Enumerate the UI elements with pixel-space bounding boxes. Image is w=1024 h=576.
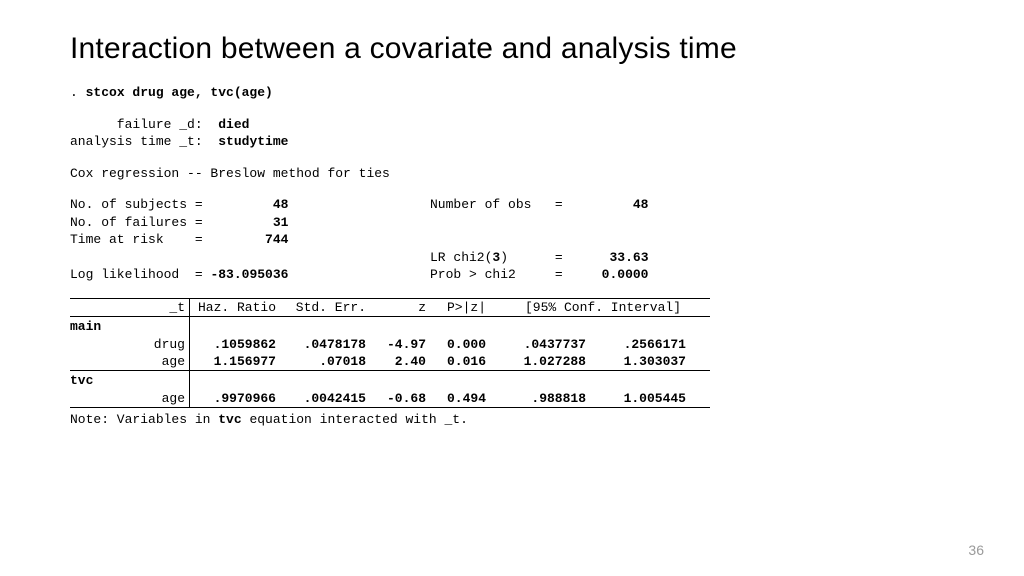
note-bold: tvc <box>218 412 241 427</box>
note-prefix: Note: Variables in <box>70 412 218 427</box>
th-pz: P>|z| <box>430 299 490 316</box>
meta-time-label: analysis time _t: <box>70 134 218 149</box>
cell-z: -4.97 <box>370 336 430 353</box>
stats-left: No. of subjects = 48 No. of failures = 3… <box>70 196 430 284</box>
summary-stats: No. of subjects = 48 No. of failures = 3… <box>70 196 954 284</box>
table-row: drug .1059862 .0478178 -4.97 0.000 .0437… <box>70 336 954 353</box>
stat-eq: = <box>555 267 563 282</box>
stat-value: 31 <box>273 215 289 230</box>
table-header-row: _t Haz. Ratio Std. Err. z P>|z| [95% Con… <box>70 299 954 316</box>
prompt: . <box>70 85 86 100</box>
table-rule <box>70 407 710 408</box>
section-label-main: main <box>70 317 190 336</box>
section-label-tvc: tvc <box>70 371 190 390</box>
cell-cihi: 1.005445 <box>590 390 690 407</box>
stat-value: -83.095036 <box>210 267 288 282</box>
meta-time-value: studytime <box>218 134 288 149</box>
stat-eq: = <box>555 250 563 265</box>
meta-failure-label: failure _d: <box>70 117 218 132</box>
th-ci: [95% Conf. Interval] <box>490 299 690 316</box>
cell-haz: .1059862 <box>190 336 280 353</box>
cell-pz: 0.000 <box>430 336 490 353</box>
stat-label: No. of subjects = <box>70 197 203 212</box>
var-name: age <box>70 353 190 370</box>
results-table: _t Haz. Ratio Std. Err. z P>|z| [95% Con… <box>70 298 954 408</box>
cell-haz: 1.156977 <box>190 353 280 370</box>
slide-title: Interaction between a covariate and anal… <box>70 32 954 66</box>
table-row: age .9970966 .0042415 -0.68 0.494 .98881… <box>70 390 954 407</box>
stat-eq: = <box>555 197 563 212</box>
cell-cihi: 1.303037 <box>590 353 690 370</box>
table-row: age 1.156977 .07018 2.40 0.016 1.027288 … <box>70 353 954 370</box>
stat-value: 33.63 <box>609 250 648 265</box>
stat-value: 0.0000 <box>602 267 649 282</box>
cell-pz: 0.016 <box>430 353 490 370</box>
section-tvc: tvc <box>70 371 954 390</box>
cell-z: -0.68 <box>370 390 430 407</box>
table-note: Note: Variables in tvc equation interact… <box>70 412 954 427</box>
meta-block: failure _d: died analysis time _t: study… <box>70 116 954 151</box>
cell-cilo: .988818 <box>490 390 590 407</box>
section-main: main <box>70 317 954 336</box>
stat-label: No. of failures = <box>70 215 203 230</box>
slide: Interaction between a covariate and anal… <box>0 0 1024 576</box>
cell-se: .07018 <box>280 353 370 370</box>
var-name: age <box>70 390 190 407</box>
cell-se: .0478178 <box>280 336 370 353</box>
stat-label: Time at risk = <box>70 232 203 247</box>
cell-se: .0042415 <box>280 390 370 407</box>
stat-value: 48 <box>273 197 289 212</box>
cell-z: 2.40 <box>370 353 430 370</box>
cell-cilo: .0437737 <box>490 336 590 353</box>
stat-label: Log likelihood = <box>70 267 203 282</box>
th-haz: Haz. Ratio <box>190 299 280 316</box>
command-text: stcox drug age, tvc(age) <box>86 85 273 100</box>
var-name: drug <box>70 336 190 353</box>
command-line: . stcox drug age, tvc(age) <box>70 84 954 102</box>
stats-right: Number of obs = 48 LR chi2(3) = 33.63 Pr… <box>430 196 954 284</box>
stat-label: Prob > chi2 <box>430 267 516 282</box>
stat-value: 48 <box>633 197 649 212</box>
meta-failure-value: died <box>218 117 249 132</box>
cell-cilo: 1.027288 <box>490 353 590 370</box>
th-t: _t <box>70 299 190 316</box>
method-line: Cox regression -- Breslow method for tie… <box>70 165 954 183</box>
cell-cihi: .2566171 <box>590 336 690 353</box>
stat-value: 744 <box>265 232 288 247</box>
cell-haz: .9970966 <box>190 390 280 407</box>
th-z: z <box>370 299 430 316</box>
stat-label: ) <box>500 250 508 265</box>
stat-label: Number of obs <box>430 197 531 212</box>
page-number: 36 <box>968 542 984 558</box>
th-se: Std. Err. <box>280 299 370 316</box>
note-suffix: equation interacted with _t. <box>242 412 468 427</box>
cell-pz: 0.494 <box>430 390 490 407</box>
stat-label: LR chi2( <box>430 250 492 265</box>
